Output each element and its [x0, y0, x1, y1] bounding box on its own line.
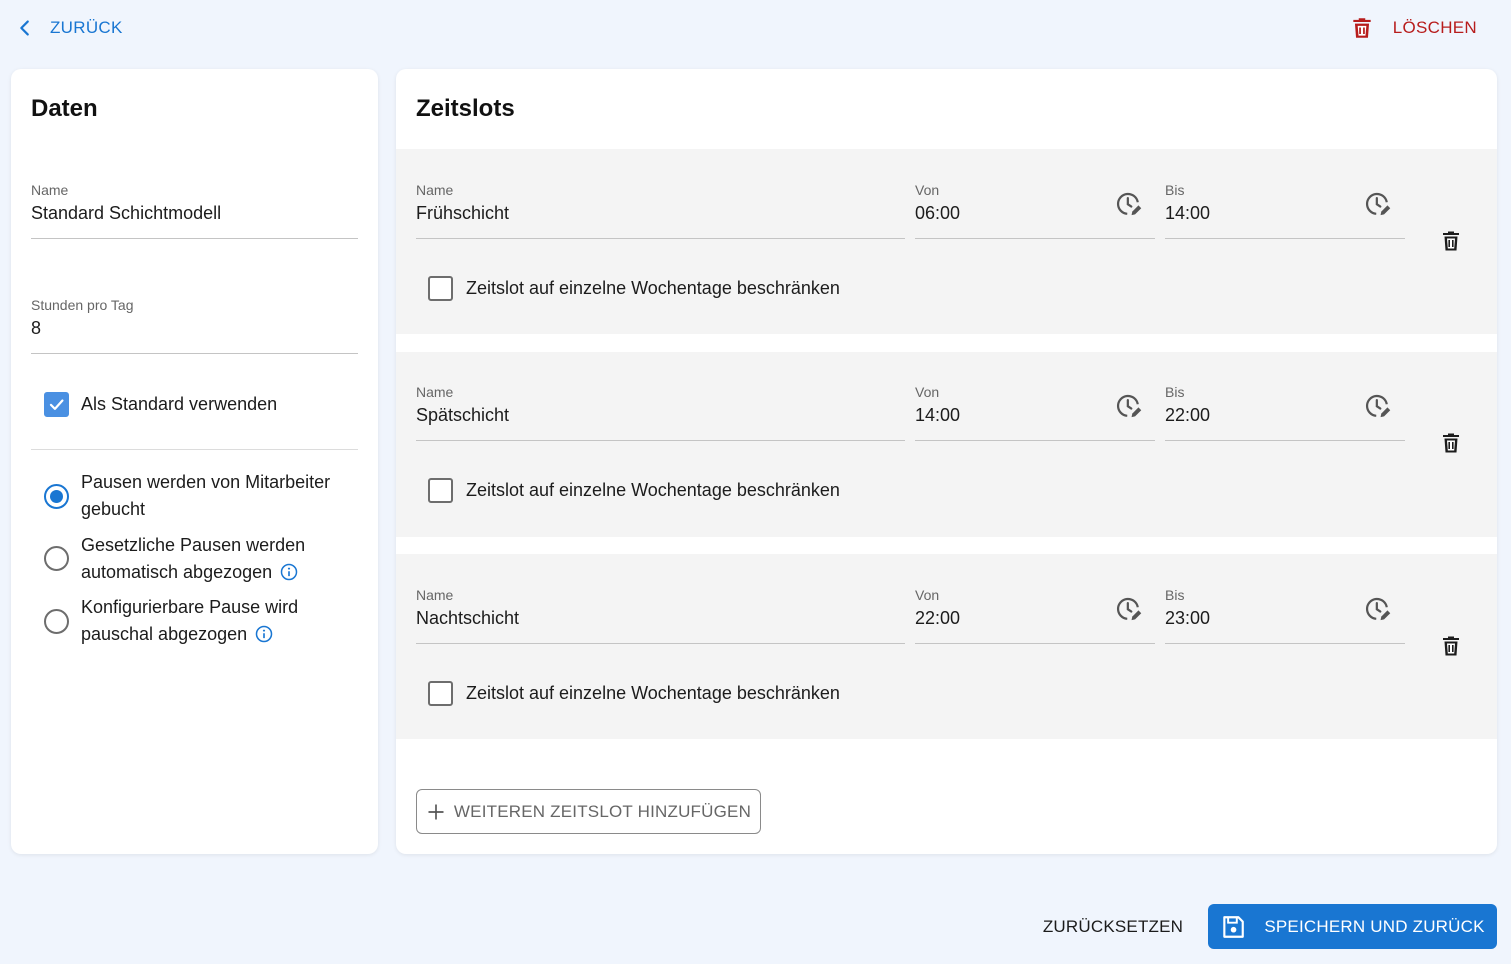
plus-icon [428, 804, 444, 819]
slot-name-field[interactable]: Name Frühschicht [416, 182, 905, 239]
timeslot-item: Name Frühschicht Von 06:00 Bis 14:00 Zei… [396, 149, 1497, 334]
slot-name-field[interactable]: Name Spätschicht [416, 384, 905, 441]
delete-slot-trash-icon[interactable] [1439, 430, 1463, 456]
clock-edit-icon[interactable] [1115, 595, 1143, 623]
break-option-flat-rate-label: Konfigurierbare Pause wird pauschal abge… [81, 594, 351, 648]
restrict-weekdays-checkbox[interactable] [428, 681, 453, 706]
break-option-label-text: Pausen werden von Mitarbeiter gebucht [81, 472, 331, 519]
break-option-label-text: Gesetzliche Pausen werden automatisch ab… [81, 535, 306, 582]
slot-name-field[interactable]: Name Nachtschicht [416, 587, 905, 644]
clock-edit-icon[interactable] [1364, 595, 1392, 623]
slot-from-label: Von [915, 587, 940, 603]
slot-from-value: 06:00 [915, 203, 961, 223]
reset-button-label: ZURÜCKSETZEN [1042, 917, 1184, 936]
back-button[interactable]: ZURÜCK [14, 12, 123, 44]
timeslot-item: Name Nachtschicht Von 22:00 Bis 23:00 Ze… [396, 554, 1497, 739]
divider [31, 449, 358, 450]
name-field[interactable]: Name Standard Schichtmodell [31, 182, 358, 239]
hours-per-day-field[interactable]: Stunden pro Tag 8 [31, 297, 358, 354]
name-field-value: Standard Schichtmodell [31, 203, 222, 223]
restrict-weekdays-checkbox[interactable] [428, 478, 453, 503]
break-option-legal-auto-label: Gesetzliche Pausen werden automatisch ab… [81, 532, 351, 586]
save-button-label: SPEICHERN UND ZURÜCK [1264, 916, 1485, 936]
chevron-left-icon [20, 20, 29, 36]
break-option-legal-auto-radio[interactable] [44, 546, 69, 571]
slot-name-value: Frühschicht [416, 203, 510, 223]
timeslot-item: Name Spätschicht Von 14:00 Bis 22:00 Zei… [396, 352, 1497, 537]
slot-to-value: 23:00 [1165, 608, 1211, 628]
hours-per-day-label: Stunden pro Tag [31, 297, 134, 313]
info-icon[interactable] [280, 563, 298, 581]
use-as-default-checkbox[interactable] [44, 392, 69, 417]
data-card-title: Daten [31, 95, 98, 122]
restrict-weekdays-checkbox[interactable] [428, 276, 453, 301]
trash-icon [1353, 18, 1371, 38]
clock-edit-icon[interactable] [1364, 392, 1392, 420]
break-option-employee-booked-label: Pausen werden von Mitarbeiter gebucht [81, 469, 351, 523]
slot-name-label: Name [416, 384, 454, 400]
delete-button-label: LÖSCHEN [1392, 18, 1477, 37]
add-timeslot-label: WEITEREN ZEITSLOT HINZUFÜGEN [453, 801, 752, 821]
slot-from-label: Von [915, 384, 940, 400]
restrict-weekdays-label: Zeitslot auf einzelne Wochentage beschrä… [466, 480, 840, 500]
delete-slot-trash-icon[interactable] [1439, 633, 1463, 659]
back-button-label: ZURÜCK [50, 18, 123, 37]
slot-to-label: Bis [1165, 587, 1185, 603]
timeslots-card-title: Zeitslots [416, 95, 515, 122]
slot-from-label: Von [915, 182, 940, 198]
data-card: Daten Name Standard Schichtmodell Stunde… [11, 69, 378, 854]
clock-edit-icon[interactable] [1364, 190, 1392, 218]
delete-button[interactable]: LÖSCHEN [1349, 12, 1477, 44]
slot-from-value: 22:00 [915, 608, 961, 628]
slot-name-value: Spätschicht [416, 405, 510, 425]
slot-name-label: Name [416, 182, 454, 198]
name-field-label: Name [31, 182, 69, 198]
slot-from-value: 14:00 [915, 405, 961, 425]
slot-to-value: 14:00 [1165, 203, 1211, 223]
break-option-flat-rate-radio[interactable] [44, 609, 69, 634]
top-bar: ZURÜCK LÖSCHEN [0, 0, 1511, 56]
slot-name-label: Name [416, 587, 454, 603]
slot-to-label: Bis [1165, 384, 1185, 400]
reset-button[interactable]: ZURÜCKSETZEN [1036, 905, 1190, 949]
save-icon [1223, 915, 1245, 938]
slot-to-label: Bis [1165, 182, 1185, 198]
restrict-weekdays-label: Zeitslot auf einzelne Wochentage beschrä… [466, 683, 840, 703]
hours-per-day-value: 8 [31, 318, 42, 338]
slot-name-value: Nachtschicht [416, 608, 520, 628]
use-as-default-label: Als Standard verwenden [81, 394, 278, 414]
clock-edit-icon[interactable] [1115, 190, 1143, 218]
clock-edit-icon[interactable] [1115, 392, 1143, 420]
save-and-back-button[interactable]: SPEICHERN UND ZURÜCK [1208, 904, 1497, 949]
delete-slot-trash-icon[interactable] [1439, 228, 1463, 254]
add-timeslot-button[interactable]: WEITEREN ZEITSLOT HINZUFÜGEN [416, 789, 761, 834]
slot-to-value: 22:00 [1165, 405, 1211, 425]
info-icon[interactable] [255, 625, 273, 643]
break-option-employee-booked-radio[interactable] [44, 484, 69, 509]
timeslots-card: Zeitslots Name Frühschicht Von 06:00 Bis… [396, 69, 1497, 854]
check-icon [49, 399, 64, 410]
restrict-weekdays-label: Zeitslot auf einzelne Wochentage beschrä… [466, 278, 840, 298]
